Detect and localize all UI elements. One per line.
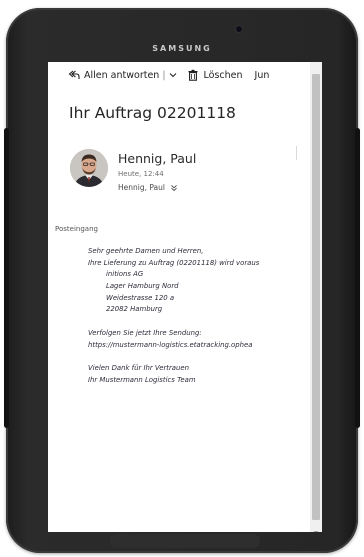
bottom-bezel-reflection xyxy=(110,534,260,548)
folder-label[interactable]: Posteingang xyxy=(55,225,98,233)
double-chevron-down-icon[interactable] xyxy=(170,184,178,192)
tablet-left-edge xyxy=(4,128,9,428)
sent-timestamp: Heute, 12:44 xyxy=(118,170,164,178)
message-body: Sehr geehrte Damen und Herren, Ihre Lief… xyxy=(88,246,318,386)
body-greeting: Sehr geehrte Damen und Herren, xyxy=(88,247,204,255)
email-reading-pane: Allen antworten | Löschen Jun Ihr Auftra… xyxy=(48,62,322,532)
message-subject: Ihr Auftrag 02201118 xyxy=(69,104,236,122)
recipient-name: Hennig, Paul xyxy=(118,183,165,192)
trash-icon xyxy=(187,69,199,81)
body-thanks: Vielen Dank für Ihr Vertrauen xyxy=(88,363,190,372)
sender-name[interactable]: Hennig, Paul xyxy=(118,151,196,166)
front-camera xyxy=(236,26,242,32)
address-line: 22082 Hamburg xyxy=(106,305,163,314)
recipient-line[interactable]: Hennig, Paul xyxy=(118,183,178,192)
tracking-link[interactable]: https://mustermann-logistics.etatracking… xyxy=(88,340,318,352)
body-delivery-line: Ihre Lieferung zu Auftrag (02201118) wir… xyxy=(88,258,260,267)
brand-logo: SAMSUNG xyxy=(152,44,212,53)
address-line: Lager Hamburg Nord xyxy=(106,282,179,291)
address-line: Weidestrasse 120 a xyxy=(106,293,175,302)
toolbar-separator: | xyxy=(162,69,166,81)
message-toolbar: Allen antworten | Löschen Jun xyxy=(48,62,310,88)
junk-label: Jun xyxy=(254,69,270,81)
chevron-down-icon[interactable] xyxy=(169,71,177,79)
sender-avatar[interactable] xyxy=(70,149,108,187)
tracking-intro: Verfolgen Sie jetzt Ihre Sendung: xyxy=(88,328,202,337)
address-line: initions AG xyxy=(106,270,144,279)
delete-label: Löschen xyxy=(203,69,243,81)
scroll-down-arrow-icon[interactable] xyxy=(312,522,320,532)
scroll-up-arrow-icon[interactable] xyxy=(312,64,320,77)
junk-button[interactable]: Jun xyxy=(255,70,270,81)
delete-button[interactable]: Löschen xyxy=(187,69,255,81)
reply-all-label: Allen antworten xyxy=(84,69,160,81)
body-signature: Ihr Mustermann Logistics Team xyxy=(88,375,196,384)
tablet-right-edge xyxy=(355,128,360,428)
reply-all-button[interactable]: Allen antworten xyxy=(68,69,159,81)
header-divider xyxy=(296,146,297,160)
reply-all-icon xyxy=(68,69,80,81)
